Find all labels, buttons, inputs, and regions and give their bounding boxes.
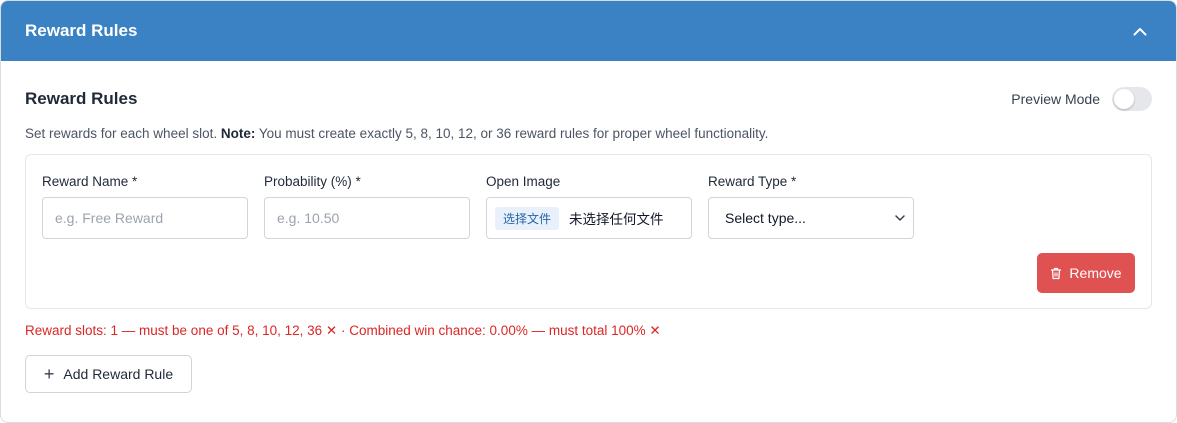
reward-type-label: Reward Type *	[708, 174, 797, 189]
reward-rules-panel: Reward Rules Reward Rules Preview Mode S…	[0, 0, 1177, 423]
chevron-down-icon	[895, 215, 905, 221]
probability-label: Probability (%) *	[264, 174, 361, 189]
probability-input[interactable]	[264, 197, 470, 239]
remove-label: Remove	[1069, 265, 1122, 281]
description-note-label: Note:	[220, 126, 256, 141]
reward-name-input[interactable]	[42, 197, 248, 239]
collapse-button[interactable]	[1128, 19, 1152, 43]
preview-mode: Preview Mode	[1011, 87, 1152, 111]
panel-body: Reward Rules Preview Mode Set rewards fo…	[1, 87, 1176, 393]
validation-message: Reward slots: 1 — must be one of 5, 8, 1…	[25, 323, 661, 338]
reward-rule-card: Reward Name * Probability (%) * Open Ima…	[25, 154, 1152, 309]
chevron-up-icon	[1133, 27, 1147, 35]
reward-type-select[interactable]: Select type...	[708, 197, 914, 239]
add-reward-rule-button[interactable]: + Add Reward Rule	[25, 355, 192, 393]
reward-name-label: Reward Name *	[42, 174, 138, 189]
preview-mode-toggle[interactable]	[1112, 87, 1152, 111]
section-head: Reward Rules Preview Mode	[25, 87, 1152, 111]
probability-field: Probability (%) *	[264, 173, 470, 239]
plus-icon: +	[43, 364, 55, 384]
section-description: Set rewards for each wheel slot. Note: Y…	[25, 126, 1152, 144]
reward-type-field: Reward Type * Select type...	[708, 173, 914, 239]
file-status: 未选择任何文件	[569, 212, 664, 227]
open-image-field: Open Image 选择文件 未选择任何文件	[486, 173, 692, 239]
description-note: You must create exactly 5, 8, 10, 12, or…	[258, 126, 769, 141]
remove-button[interactable]: Remove	[1037, 253, 1135, 293]
description-text: Set rewards for each wheel slot.	[25, 126, 218, 141]
open-image-label: Open Image	[486, 174, 561, 189]
panel-title: Reward Rules	[25, 21, 138, 40]
reward-name-field: Reward Name *	[42, 173, 248, 239]
add-reward-rule-label: Add Reward Rule	[63, 366, 174, 382]
preview-mode-label: Preview Mode	[1011, 91, 1100, 107]
file-input[interactable]: 选择文件 未选择任何文件	[486, 197, 692, 239]
panel-header[interactable]: Reward Rules	[1, 1, 1176, 61]
choose-file-button[interactable]: 选择文件	[495, 206, 560, 230]
toggle-knob	[1114, 89, 1134, 109]
reward-type-selected: Select type...	[725, 210, 806, 226]
trash-icon	[1051, 267, 1062, 279]
section-title: Reward Rules	[25, 89, 138, 108]
